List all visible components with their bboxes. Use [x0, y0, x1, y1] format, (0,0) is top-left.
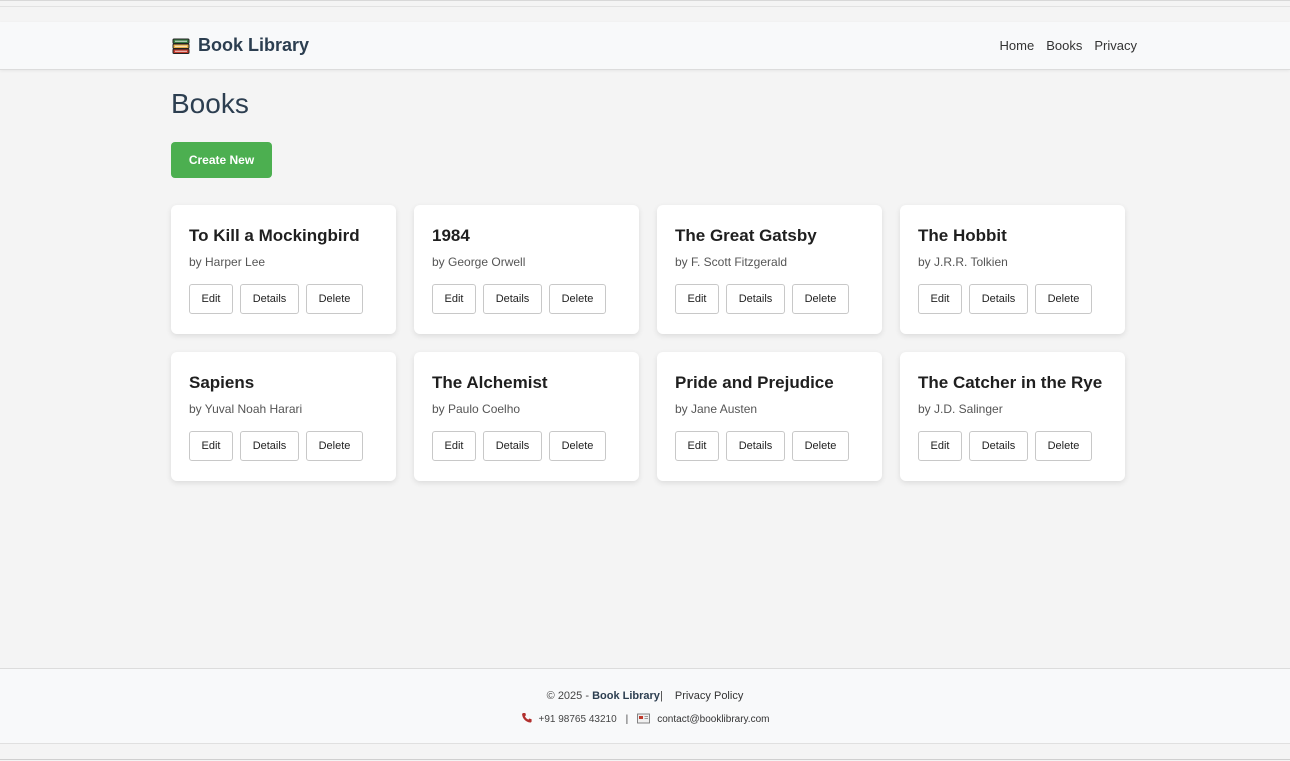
book-title: The Catcher in the Rye — [918, 373, 1103, 392]
book-author: by Jane Austen — [675, 402, 758, 416]
details-button[interactable]: Details — [726, 431, 785, 461]
book-card: To Kill a Mockingbird by Harper Lee Edit… — [171, 205, 396, 334]
footer-copyright-line: © 2025 - Book Library| Privacy Policy — [0, 690, 1290, 702]
book-title: To Kill a Mockingbird — [189, 226, 360, 245]
book-author: by George Orwell — [432, 255, 526, 269]
brand-name: Book Library — [198, 35, 310, 55]
edit-button[interactable]: Edit — [189, 431, 233, 461]
details-button[interactable]: Details — [483, 284, 542, 314]
book-card: Pride and Prejudice by Jane Austen Edit … — [657, 352, 882, 481]
email-icon — [637, 713, 651, 727]
footer: © 2025 - Book Library| Privacy Policy +9… — [0, 668, 1290, 743]
book-author: by F. Scott Fitzgerald — [675, 255, 788, 269]
footer-divider: | — [659, 690, 663, 702]
brand-link[interactable]: Book Library — [171, 35, 309, 56]
email-link[interactable]: contact@booklibrary.com — [657, 714, 769, 725]
page-title: Books — [171, 88, 249, 119]
delete-button[interactable]: Delete — [549, 284, 606, 314]
book-card-grid: To Kill a Mockingbird by Harper Lee Edit… — [171, 205, 1125, 481]
card-actions: Edit Details Delete — [675, 431, 864, 461]
book-card: 1984 by George Orwell Edit Details Delet… — [414, 205, 639, 334]
delete-button[interactable]: Delete — [306, 284, 363, 314]
nav-links: Home Books Privacy — [1000, 38, 1137, 53]
book-title: Sapiens — [189, 373, 255, 392]
books-icon — [171, 36, 191, 56]
card-actions: Edit Details Delete — [432, 431, 621, 461]
contact-divider: | — [625, 714, 629, 725]
nav-books[interactable]: Books — [1046, 38, 1082, 53]
delete-button[interactable]: Delete — [1035, 284, 1092, 314]
nav-privacy[interactable]: Privacy — [1094, 38, 1137, 53]
details-button[interactable]: Details — [969, 431, 1028, 461]
book-title: The Great Gatsby — [675, 226, 817, 245]
phone-icon — [521, 712, 533, 727]
book-card: The Hobbit by J.R.R. Tolkien Edit Detail… — [900, 205, 1125, 334]
book-author: by Harper Lee — [189, 255, 266, 269]
details-button[interactable]: Details — [969, 284, 1028, 314]
edit-button[interactable]: Edit — [432, 284, 476, 314]
book-title: The Hobbit — [918, 226, 1007, 245]
edit-button[interactable]: Edit — [918, 284, 962, 314]
book-author: by Paulo Coelho — [432, 402, 521, 416]
card-actions: Edit Details Delete — [189, 431, 378, 461]
navbar: Book Library Home Books Privacy — [0, 22, 1290, 70]
browser-top-strip — [0, 0, 1290, 22]
edit-button[interactable]: Edit — [675, 431, 719, 461]
privacy-policy-link[interactable]: Privacy Policy — [675, 690, 743, 702]
delete-button[interactable]: Delete — [792, 431, 849, 461]
book-card: The Alchemist by Paulo Coelho Edit Detai… — [414, 352, 639, 481]
footer-contact-line: +91 98765 43210 | contact@booklibrary.co… — [0, 712, 1290, 727]
card-actions: Edit Details Delete — [189, 284, 378, 314]
edit-button[interactable]: Edit — [189, 284, 233, 314]
nav-home[interactable]: Home — [1000, 38, 1035, 53]
browser-bottom-strip — [0, 743, 1290, 761]
book-card: The Catcher in the Rye by J.D. Salinger … — [900, 352, 1125, 481]
book-title: Pride and Prejudice — [675, 373, 834, 392]
book-author: by J.D. Salinger — [918, 402, 1003, 416]
edit-button[interactable]: Edit — [918, 431, 962, 461]
book-title: The Alchemist — [432, 373, 548, 392]
delete-button[interactable]: Delete — [1035, 431, 1092, 461]
create-new-button[interactable]: Create New — [171, 142, 272, 178]
delete-button[interactable]: Delete — [792, 284, 849, 314]
details-button[interactable]: Details — [240, 431, 299, 461]
book-title: 1984 — [432, 226, 470, 245]
footer-brand: Book Library — [592, 690, 660, 702]
edit-button[interactable]: Edit — [432, 431, 476, 461]
details-button[interactable]: Details — [483, 431, 542, 461]
card-actions: Edit Details Delete — [432, 284, 621, 314]
phone-number: +91 98765 43210 — [538, 714, 617, 725]
delete-button[interactable]: Delete — [306, 431, 363, 461]
edit-button[interactable]: Edit — [675, 284, 719, 314]
details-button[interactable]: Details — [240, 284, 299, 314]
card-actions: Edit Details Delete — [675, 284, 864, 314]
book-card: Sapiens by Yuval Noah Harari Edit Detail… — [171, 352, 396, 481]
book-author: by J.R.R. Tolkien — [918, 255, 1008, 269]
book-author: by Yuval Noah Harari — [189, 402, 303, 416]
details-button[interactable]: Details — [726, 284, 785, 314]
card-actions: Edit Details Delete — [918, 284, 1107, 314]
delete-button[interactable]: Delete — [549, 431, 606, 461]
book-card: The Great Gatsby by F. Scott Fitzgerald … — [657, 205, 882, 334]
copyright-text: © 2025 - — [546, 690, 590, 702]
card-actions: Edit Details Delete — [918, 431, 1107, 461]
